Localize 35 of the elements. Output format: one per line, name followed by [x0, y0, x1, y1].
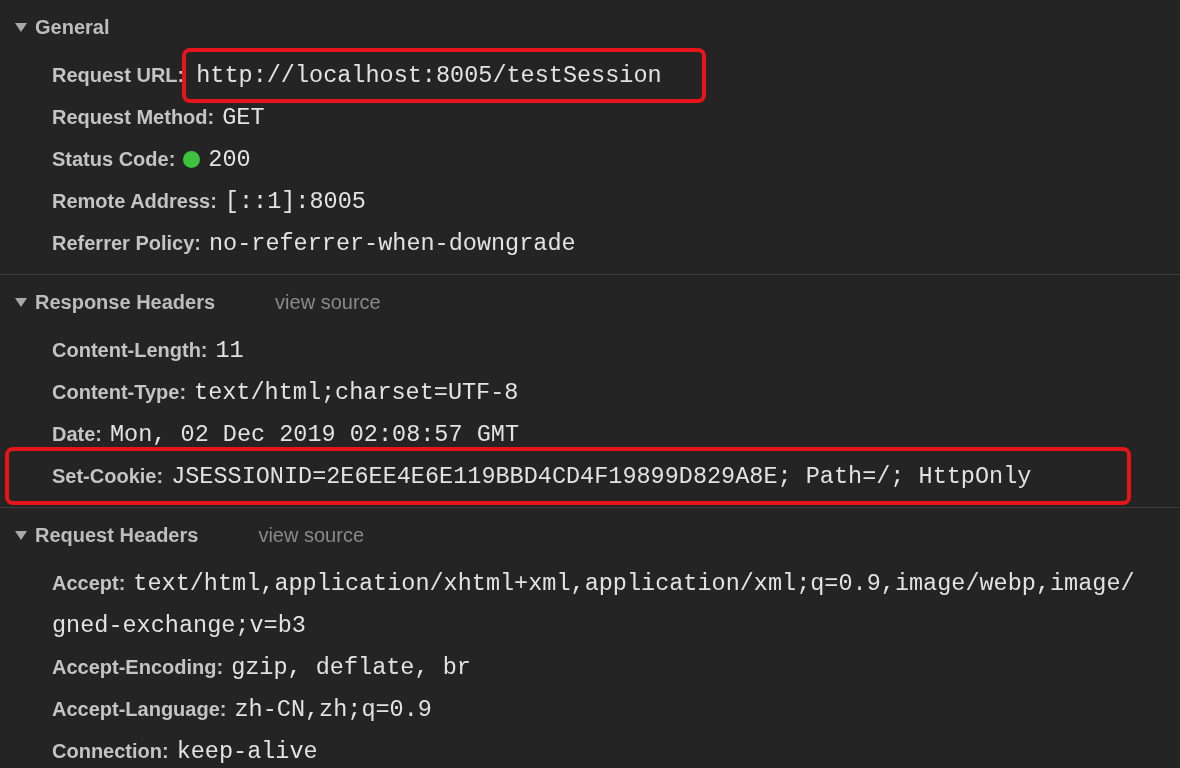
header-name: Set-Cookie:	[52, 464, 164, 488]
header-name: Status Code:	[52, 147, 176, 171]
header-name: Request URL:	[52, 63, 185, 87]
header-value: 11	[215, 336, 244, 364]
header-value: gzip, deflate, br	[231, 653, 471, 681]
expand-triangle-icon[interactable]	[15, 530, 27, 540]
header-value: gned-exchange;v=b3	[52, 611, 306, 639]
header-value: text/html,application/xhtml+xml,application/xml;q=0.9,image/webp,image/	[133, 569, 1135, 597]
header-value: no-referrer-when-downgrade	[208, 229, 576, 257]
header-name: Content-Type:	[52, 380, 187, 404]
header-value: text/html;charset=UTF-8	[194, 378, 519, 406]
header-value: JSESSIONID=2E6EE4E6E119BBD4CD4F19899D829A8E; Path=/; HttpOnly	[171, 462, 1032, 490]
header-name: Content-Length:	[52, 338, 208, 362]
header-name: Accept-Language:	[52, 697, 227, 721]
header-name: Connection:	[52, 739, 169, 763]
expand-triangle-icon[interactable]	[15, 22, 27, 32]
header-name: Request Method:	[52, 105, 215, 129]
header-name: Accept:	[52, 571, 126, 595]
header-name: Referrer Policy:	[52, 231, 201, 255]
header-name: Date:	[52, 422, 102, 446]
header-name: Accept-Encoding:	[52, 655, 224, 679]
header-value: [::1]:8005	[224, 187, 366, 215]
section-title[interactable]: Request Headers	[35, 523, 199, 547]
section-title[interactable]: Response Headers	[35, 290, 216, 314]
view-source-link[interactable]: view source	[275, 290, 381, 314]
header-value: keep-alive	[176, 737, 318, 765]
header-value: zh-CN,zh;q=0.9	[234, 695, 432, 723]
header-value: GET	[222, 103, 265, 131]
header-value: http://localhost:8005/testSession	[182, 47, 706, 103]
header-value: Mon, 02 Dec 2019 02:08:57 GMT	[110, 420, 519, 448]
header-name: Remote Address:	[52, 189, 217, 213]
view-source-link[interactable]: view source	[258, 523, 364, 547]
header-value: 200	[208, 145, 251, 173]
expand-triangle-icon[interactable]	[15, 297, 27, 307]
section-title[interactable]: General	[35, 15, 110, 39]
